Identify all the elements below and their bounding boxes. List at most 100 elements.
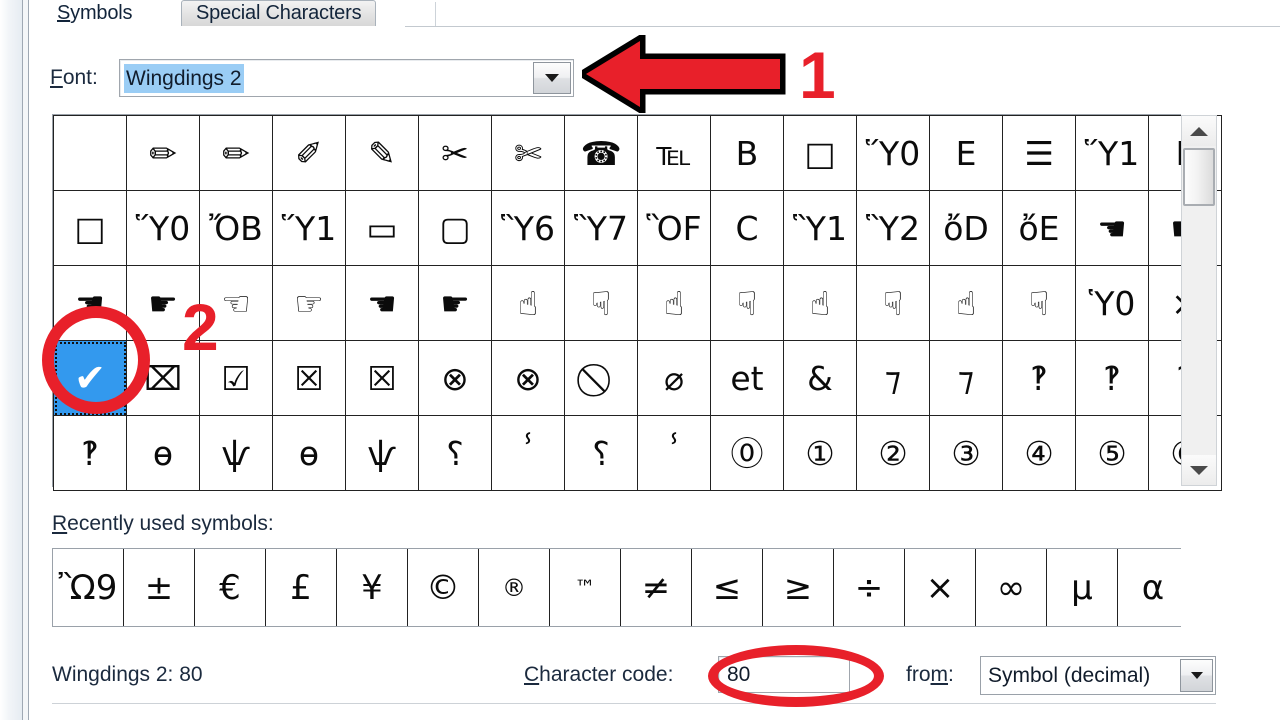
symbol-cell-prohibition-sign-1[interactable]: ⃠: [565, 341, 638, 416]
symbol-cell-document-text[interactable]: ὜E: [930, 116, 1003, 191]
symbol-cell-circled-three[interactable]: ③: [930, 416, 1003, 491]
symbol-cell-prohibition-sign-2[interactable]: ⌀: [638, 341, 711, 416]
symbol-grid[interactable]: ✏✏✐✎✂✄☎℡὜B□Ὕ0὜E☰Ὕ1὜F□Ὕ0ὌBὝ1▭▢Ὓ6Ὓ7ὋF὏CὛ1Ὓ…: [53, 115, 1180, 486]
symbol-cell-ornament-swash-1[interactable]: ⸮: [419, 416, 492, 491]
recent-symbol-greater-than-or-equal-sign[interactable]: ≥: [763, 549, 834, 626]
recent-symbol-trademark-sign[interactable]: ™: [550, 549, 621, 626]
symbol-cell-stacked-documents[interactable]: Ὕ1: [1076, 116, 1149, 191]
symbol-cell-ornament-swash-2[interactable]: ⸯ: [492, 416, 565, 491]
recent-symbol-alpha-sign[interactable]: α: [1118, 549, 1189, 626]
recent-symbol-euro-sign[interactable]: €: [195, 549, 266, 626]
symbol-cell-blank-page[interactable]: ὜B: [711, 116, 784, 191]
symbol-cell-pen[interactable]: ✏: [127, 116, 200, 191]
symbol-cell-crayon[interactable]: ✎: [346, 116, 419, 191]
symbol-cell-two-sheets[interactable]: Ὕ0: [127, 191, 200, 266]
symbol-cell-lined-page[interactable]: ☰: [1003, 116, 1076, 191]
tab-symbols[interactable]: Symbols: [43, 0, 146, 27]
symbol-cell-ballot-box-with-x-2[interactable]: ☒: [346, 341, 419, 416]
symbol-cell-ornament-flourish-2[interactable]: ѱ: [200, 416, 273, 491]
symbol-cell-pointing-hand-4[interactable]: ☞: [273, 266, 346, 341]
symbol-cell-waste-basket[interactable]: Ὕ1: [273, 191, 346, 266]
symbol-cell-file-folder[interactable]: ▭: [346, 191, 419, 266]
symbol-cell-pencil[interactable]: ✏: [200, 116, 273, 191]
symbol-cell-printer[interactable]: Ὓ6: [492, 191, 565, 266]
symbol-cell-fax-machine[interactable]: Ὓ7: [565, 191, 638, 266]
scroll-up-button[interactable]: [1182, 116, 1216, 146]
symbol-cell-pointing-hand-6[interactable]: ☛: [419, 266, 492, 341]
symbol-cell-scissors-open[interactable]: ✂: [419, 116, 492, 191]
symbol-cell-open-hand[interactable]: Ὑ0: [1076, 266, 1149, 341]
symbol-cell-circled-five[interactable]: ⑤: [1076, 416, 1149, 491]
symbol-cell-ornament-flourish-1[interactable]: ѳ: [127, 416, 200, 491]
symbol-cell-ampersand-bold[interactable]: &: [784, 341, 857, 416]
from-combobox[interactable]: Symbol (decimal): [980, 656, 1216, 695]
symbol-cell-thumbs-up[interactable]: ὄD: [930, 191, 1003, 266]
tab-special-characters[interactable]: Special Characters: [181, 0, 376, 27]
symbol-cell-ornament-flourish-4[interactable]: ѱ: [346, 416, 419, 491]
recent-symbol-plus-minus-sign[interactable]: ±: [124, 549, 195, 626]
symbol-cell-hand-pointing-left-solid[interactable]: ☚: [1076, 191, 1149, 266]
symbol-cell-ornament-swash-3[interactable]: ⸮: [565, 416, 638, 491]
recent-symbol-copyright-sign[interactable]: ©: [408, 549, 479, 626]
recent-symbol-pound-sign[interactable]: £: [266, 549, 337, 626]
symbol-cell-empty-sheet[interactable]: □: [54, 191, 127, 266]
symbol-cell-disk[interactable]: ὋF: [638, 191, 711, 266]
symbol-cell-computer-mouse-right[interactable]: Ὓ2: [857, 191, 930, 266]
symbol-cell-pointing-down-hand-1[interactable]: ☟: [565, 266, 638, 341]
symbol-cell-telephone[interactable]: ☎: [565, 116, 638, 191]
symbol-cell-thumbs-down[interactable]: ὄE: [1003, 191, 1076, 266]
symbol-cell-pointing-up-hand-4[interactable]: ☝: [930, 266, 1003, 341]
symbol-cell-pointing-up-hand-3[interactable]: ☝: [784, 266, 857, 341]
symbol-cell-circled-times-2[interactable]: ⊗: [492, 341, 565, 416]
symbol-cell-circled-four[interactable]: ④: [1003, 416, 1076, 491]
symbol-cell-circled-times-1[interactable]: ⊗: [419, 341, 492, 416]
recent-symbol-micro-sign[interactable]: µ: [1047, 549, 1118, 626]
symbol-cell-pointing-up-hand-1[interactable]: ☝: [492, 266, 565, 341]
font-value[interactable]: Wingdings 2: [124, 64, 244, 93]
symbol-cell-circled-zero[interactable]: ⓪: [711, 416, 784, 491]
recent-symbol-division-sign[interactable]: ÷: [834, 549, 905, 626]
symbol-cell-clipboard[interactable]: ὌB: [200, 191, 273, 266]
symbol-cell-ballot-box-with-x-1[interactable]: ☒: [273, 341, 346, 416]
font-dropdown-button[interactable]: [533, 62, 571, 94]
symbol-cell-blank[interactable]: [54, 116, 127, 191]
symbol-cell-rounded-box[interactable]: ▢: [419, 191, 492, 266]
recent-symbol-not-equal-sign[interactable]: ≠: [621, 549, 692, 626]
symbol-cell-interrobang-4[interactable]: ‽: [54, 416, 127, 491]
symbol-glyph: ὜E: [930, 137, 1002, 170]
symbol-cell-scissors-closed[interactable]: ✄: [492, 116, 565, 191]
recent-symbol-flag-symbol[interactable]: Ὢ9: [53, 549, 124, 626]
symbol-cell-circled-one[interactable]: ①: [784, 416, 857, 491]
symbol-cell-ornament-swash-4[interactable]: ⸯ: [638, 416, 711, 491]
symbol-cell-tape-cassette[interactable]: ὏C: [711, 191, 784, 266]
recent-symbol-registered-sign[interactable]: ®: [479, 549, 550, 626]
recent-symbol-infinity-sign[interactable]: ∞: [976, 549, 1047, 626]
symbol-cell-pointing-down-hand-3[interactable]: ☟: [857, 266, 930, 341]
scroll-down-button[interactable]: [1182, 455, 1216, 485]
symbol-cell-computer-mouse-left[interactable]: Ὓ1: [784, 191, 857, 266]
symbol-cell-multiple-pages[interactable]: Ὕ0: [857, 116, 930, 191]
symbol-cell-pointing-hand-5[interactable]: ☚: [346, 266, 419, 341]
from-dropdown-button[interactable]: [1180, 659, 1213, 692]
symbol-cell-telephone-handset[interactable]: ℡: [638, 116, 711, 191]
recent-symbol-multiplication-sign[interactable]: ×: [905, 549, 976, 626]
symbol-cell-interrobang-1[interactable]: ‽: [1003, 341, 1076, 416]
symbol-cell-et-ligature[interactable]: et: [711, 341, 784, 416]
symbol-cell-paintbrush[interactable]: ✐: [273, 116, 346, 191]
font-combobox[interactable]: Wingdings 2: [119, 59, 574, 97]
symbol-cell-tironian-et-1[interactable]: ⁊: [857, 341, 930, 416]
recently-used-grid[interactable]: Ὢ9 ± € £ ¥ © ® ™ ≠ ≤ ≥ ÷ × ∞ µ α: [53, 549, 1188, 626]
symbol-cell-tironian-et-2[interactable]: ⁊: [930, 341, 1003, 416]
symbol-cell-pointing-down-hand-2[interactable]: ☟: [711, 266, 784, 341]
symbol-grid-scrollbar[interactable]: [1181, 115, 1217, 486]
recent-symbol-yen-sign[interactable]: ¥: [337, 549, 408, 626]
symbol-cell-pointing-up-hand-2[interactable]: ☝: [638, 266, 711, 341]
recent-symbol-less-than-or-equal-sign[interactable]: ≤: [692, 549, 763, 626]
symbol-cell-ornament-flourish-3[interactable]: ѳ: [273, 416, 346, 491]
symbol-cell-pointing-down-hand-4[interactable]: ☟: [1003, 266, 1076, 341]
scrollbar-thumb[interactable]: [1183, 148, 1215, 206]
symbol-glyph: &: [784, 362, 856, 395]
symbol-cell-circled-two[interactable]: ②: [857, 416, 930, 491]
symbol-cell-interrobang-2[interactable]: ‽: [1076, 341, 1149, 416]
symbol-cell-empty-square-page[interactable]: □: [784, 116, 857, 191]
